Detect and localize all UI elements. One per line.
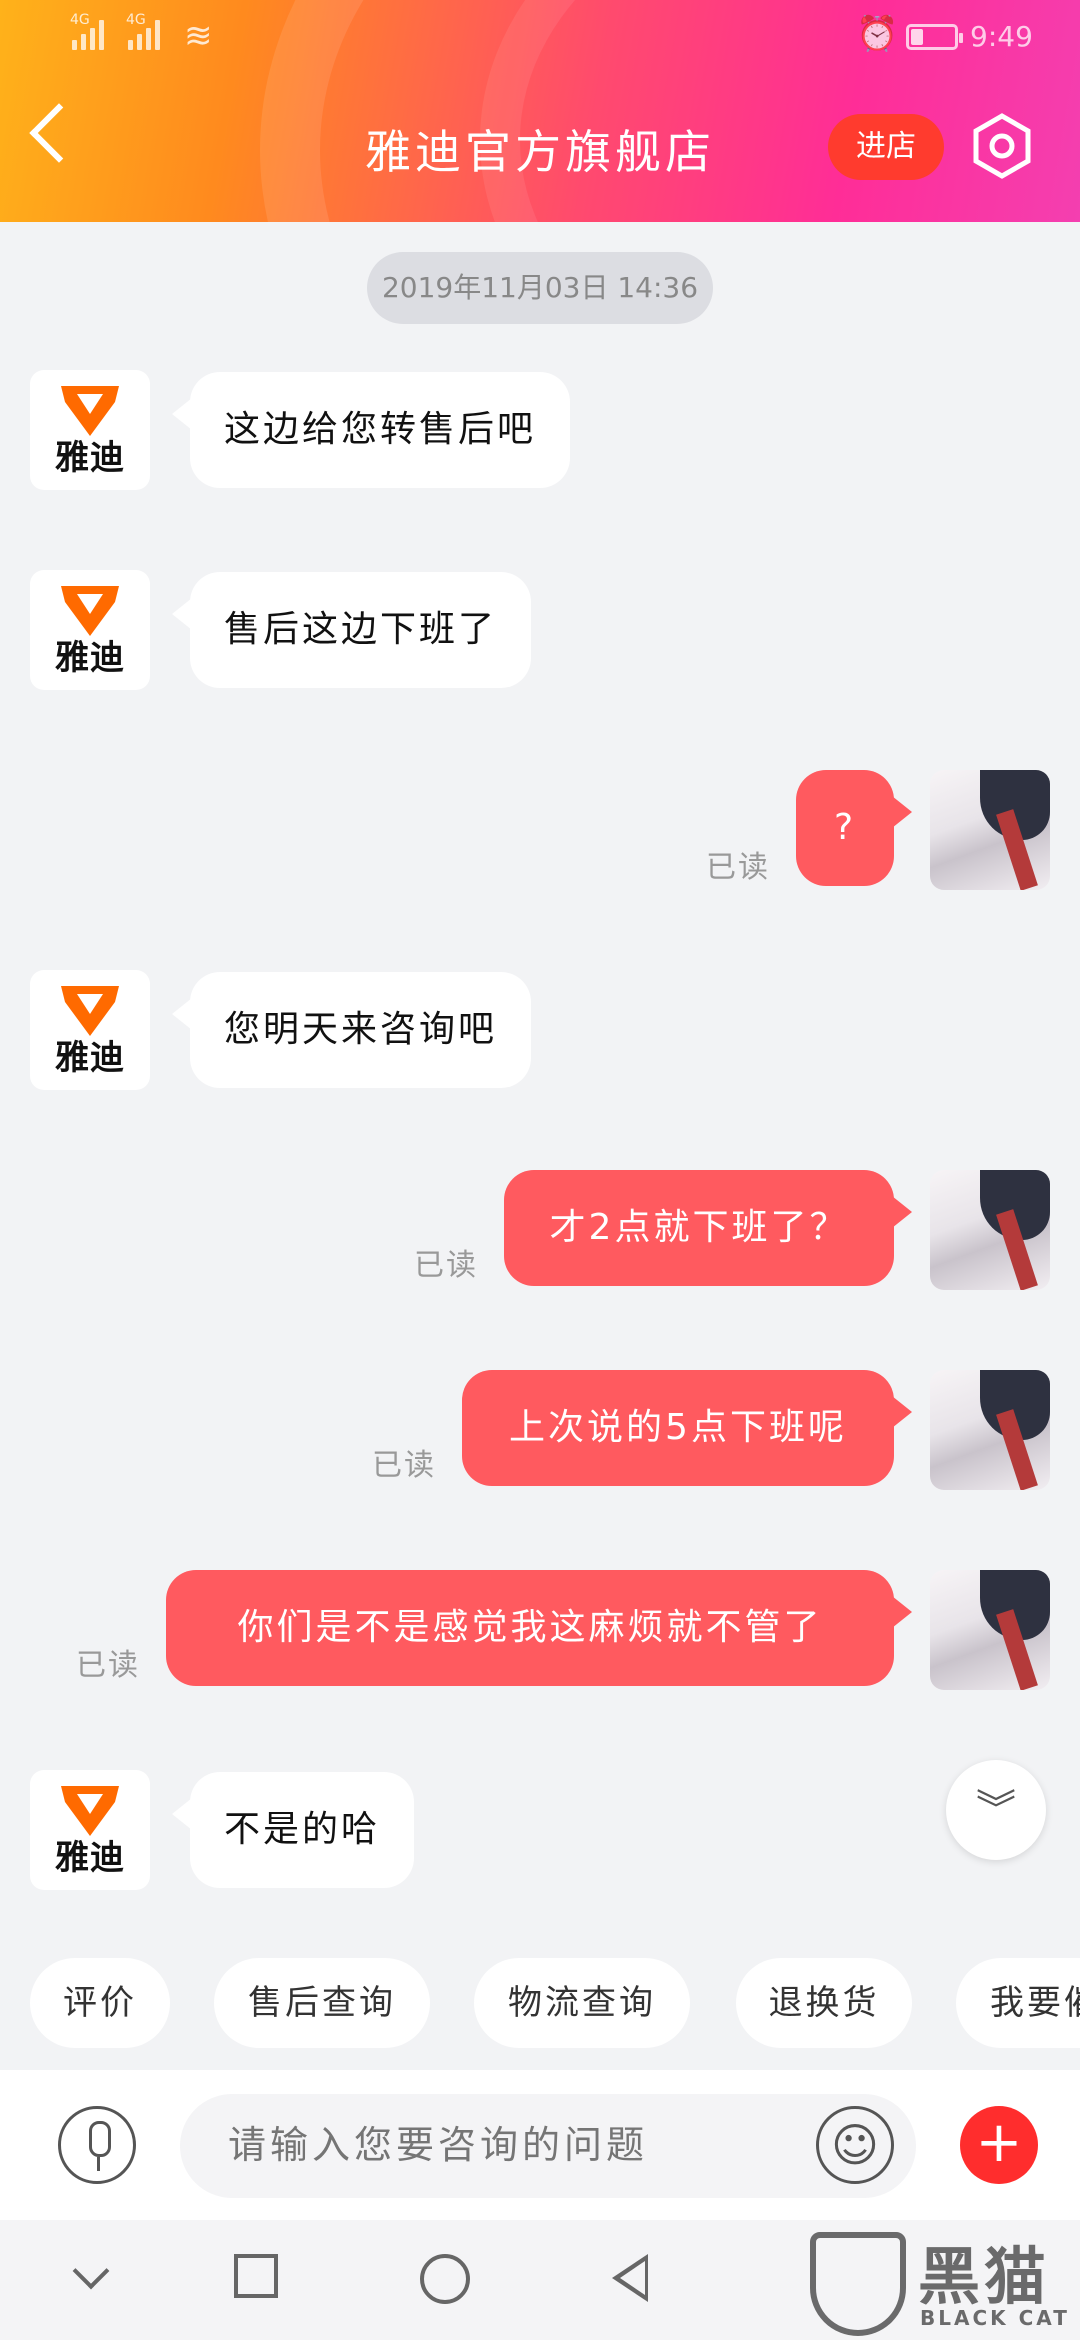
hide-nav-icon[interactable]	[72, 2252, 110, 2290]
read-status: 已读	[372, 1448, 436, 1483]
signal-icon-2: 4G	[126, 12, 160, 50]
top-header: 4G 4G ≋ ⏰ 9:49 雅迪官方旗舰店 进店	[0, 0, 1080, 222]
network-type-2: 4G	[126, 12, 146, 28]
message-bubble[interactable]: 上次说的5点下班呢	[462, 1370, 912, 1486]
read-status: 已读	[76, 1648, 140, 1683]
message-bubble[interactable]: 不是的哈	[171, 1772, 415, 1888]
watermark-logo: 黑猫 BLACK CAT	[800, 2220, 1080, 2340]
user-avatar[interactable]	[930, 770, 1050, 890]
quick-reply-urge[interactable]: 我要催	[956, 1958, 1080, 2048]
shop-logo-text: 雅迪	[55, 638, 125, 678]
back-nav-icon[interactable]	[612, 2254, 648, 2302]
message-bubble[interactable]: ?	[796, 770, 912, 886]
watermark-cn: 黑猫	[918, 2240, 1051, 2313]
emoji-icon[interactable]: ☺	[816, 2106, 894, 2184]
message-input[interactable]	[180, 2094, 916, 2198]
yadea-logo-icon	[61, 1786, 119, 1836]
watermark-shield-icon	[810, 2232, 906, 2336]
plus-icon[interactable]: +	[960, 2106, 1038, 2184]
shop-avatar[interactable]: 雅迪	[30, 1770, 150, 1890]
signal-icon-1: 4G	[70, 12, 104, 50]
user-avatar[interactable]	[930, 1370, 1050, 1490]
yadea-logo-icon	[61, 986, 119, 1036]
enter-store-button[interactable]: 进店	[828, 114, 944, 180]
message-bubble[interactable]: 您明天来咨询吧	[171, 972, 532, 1088]
quick-reply-logistics[interactable]: 物流查询	[474, 1958, 690, 2048]
network-type-1: 4G	[70, 12, 90, 28]
home-icon[interactable]	[420, 2254, 470, 2304]
shop-logo-text: 雅迪	[55, 1038, 125, 1078]
shop-avatar[interactable]: 雅迪	[30, 970, 150, 1090]
battery-icon	[906, 24, 963, 50]
message-bubble[interactable]: 这边给您转售后吧	[171, 372, 571, 488]
quick-reply-return[interactable]: 退换货	[736, 1958, 912, 2048]
read-status: 已读	[414, 1248, 478, 1283]
chat-timestamp: 2019年11月03日 14:36	[367, 252, 713, 324]
yadea-logo-icon	[61, 586, 119, 636]
input-bar: ☺ +	[0, 2070, 1080, 2220]
settings-icon[interactable]	[968, 112, 1036, 180]
shop-avatar[interactable]: 雅迪	[30, 370, 150, 490]
message-bubble[interactable]: 你们是不是感觉我这麻烦就不管了	[166, 1570, 912, 1686]
watermark-en: BLACK CAT	[920, 2306, 1070, 2330]
user-avatar[interactable]	[930, 1170, 1050, 1290]
clock: 9:49	[970, 20, 1033, 53]
quick-reply-aftersales[interactable]: 售后查询	[214, 1958, 430, 2048]
read-status: 已读	[706, 850, 770, 885]
user-avatar[interactable]	[930, 1570, 1050, 1690]
message-bubble[interactable]: 售后这边下班了	[171, 572, 532, 688]
quick-reply-review[interactable]: 评价	[30, 1958, 170, 2048]
recent-apps-icon[interactable]	[234, 2254, 278, 2298]
alarm-icon: ⏰	[856, 14, 899, 54]
shop-logo-text: 雅迪	[55, 1838, 125, 1878]
wifi-icon: ≋	[184, 16, 213, 56]
status-bar: 4G 4G ≋ ⏰ 9:49	[0, 0, 1080, 72]
microphone-icon[interactable]	[58, 2106, 136, 2184]
message-bubble[interactable]: 才2点就下班了？	[504, 1170, 912, 1286]
scroll-down-icon[interactable]: ︾	[946, 1760, 1046, 1860]
yadea-logo-icon	[61, 386, 119, 436]
shop-avatar[interactable]: 雅迪	[30, 570, 150, 690]
shop-logo-text: 雅迪	[55, 438, 125, 478]
page-title: 雅迪官方旗舰店	[365, 125, 715, 179]
